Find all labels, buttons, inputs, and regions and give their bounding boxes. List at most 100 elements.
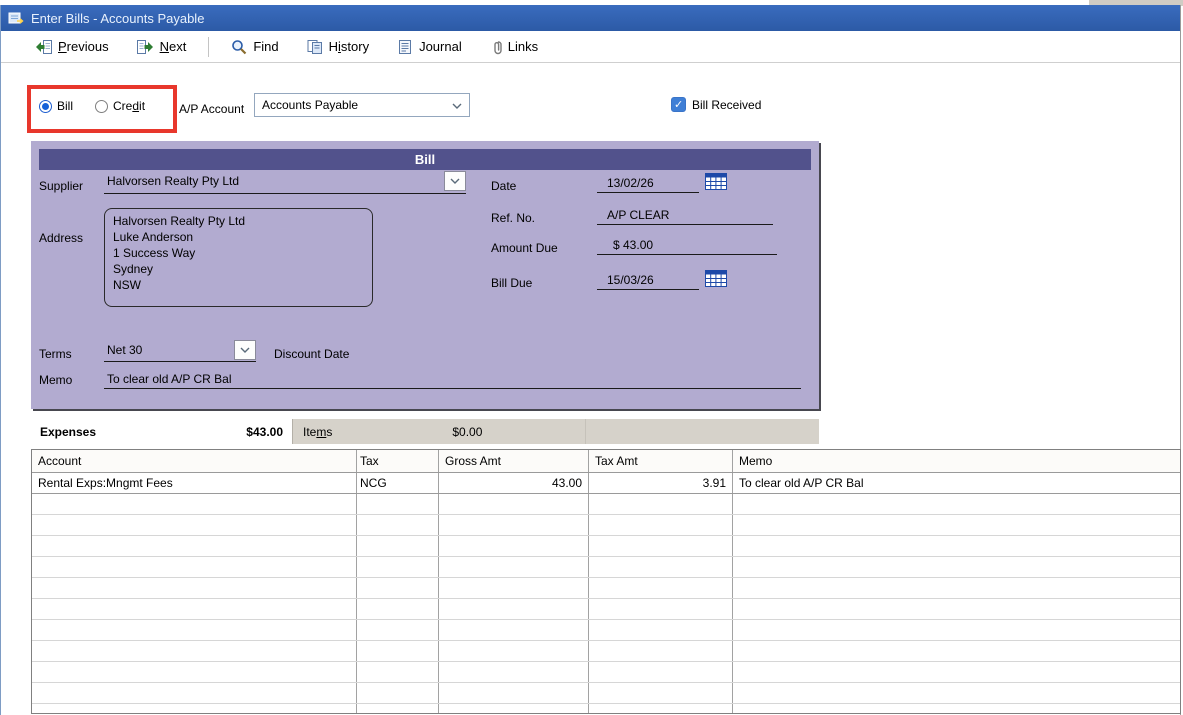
cell-tax[interactable]: NCG	[357, 473, 439, 493]
bill-received-control[interactable]	[671, 97, 686, 112]
cell-memo[interactable]	[733, 494, 1180, 514]
previous-button[interactable]: Previous	[33, 37, 111, 57]
cell-gross_amt[interactable]	[439, 536, 589, 556]
journal-button[interactable]: Journal	[395, 37, 464, 57]
cell-account[interactable]	[32, 599, 357, 619]
cell-tax_amt[interactable]	[589, 620, 733, 640]
cell-gross_amt[interactable]	[439, 599, 589, 619]
titlebar[interactable]: Enter Bills - Accounts Payable	[1, 5, 1180, 31]
address-box[interactable]: Halvorsen Realty Pty Ltd Luke Anderson 1 S…	[104, 208, 373, 307]
table-row[interactable]: Rental Exps:Mngmt Fees NCG 43.00 3.91 To cle…	[32, 473, 1180, 494]
cell-gross_amt[interactable]	[439, 641, 589, 661]
column-header-gross-amt[interactable]: Gross Amt	[439, 450, 589, 472]
terms-dropdown-button[interactable]	[234, 340, 256, 360]
bill-due-calendar-button[interactable]	[705, 269, 729, 288]
cell-account[interactable]	[32, 494, 357, 514]
cell-gross_amt[interactable]	[439, 683, 589, 703]
table-row[interactable]	[32, 557, 1180, 578]
cell-memo[interactable]	[733, 599, 1180, 619]
cell-tax_amt[interactable]	[589, 536, 733, 556]
date-calendar-button[interactable]	[705, 172, 729, 191]
history-button[interactable]: History	[305, 37, 371, 57]
cell-account[interactable]	[32, 704, 357, 713]
column-header-tax-amt[interactable]: Tax Amt	[589, 450, 733, 472]
tab-expenses[interactable]: Expenses $43.00	[31, 419, 293, 444]
cell-memo[interactable]	[733, 662, 1180, 682]
bill-due-field[interactable]: 15/03/26	[597, 268, 699, 290]
cell-tax_amt[interactable]: 3.91	[589, 473, 733, 493]
cell-gross_amt[interactable]	[439, 620, 589, 640]
cell-tax[interactable]	[357, 599, 439, 619]
terms-dropdown[interactable]: Net 30	[104, 339, 256, 362]
cell-memo[interactable]	[733, 536, 1180, 556]
tab-items[interactable]: Items $0.00	[293, 419, 586, 444]
table-row[interactable]	[32, 683, 1180, 704]
cell-tax[interactable]	[357, 515, 439, 535]
cell-tax_amt[interactable]	[589, 578, 733, 598]
column-header-account[interactable]: Account	[32, 450, 357, 472]
table-row[interactable]	[32, 536, 1180, 557]
cell-tax[interactable]	[357, 494, 439, 514]
cell-memo[interactable]	[733, 515, 1180, 535]
cell-memo[interactable]	[733, 578, 1180, 598]
cell-account[interactable]	[32, 578, 357, 598]
find-button[interactable]: Find	[229, 37, 280, 57]
supplier-dropdown-button[interactable]	[444, 171, 466, 191]
cell-tax_amt[interactable]	[589, 704, 733, 713]
cell-tax_amt[interactable]	[589, 494, 733, 514]
table-row[interactable]	[32, 704, 1180, 713]
cell-gross_amt[interactable]	[439, 704, 589, 713]
cell-gross_amt[interactable]	[439, 662, 589, 682]
cell-memo[interactable]	[733, 683, 1180, 703]
column-header-memo[interactable]: Memo	[733, 450, 1180, 472]
cell-memo[interactable]	[733, 704, 1180, 713]
cell-account[interactable]	[32, 641, 357, 661]
cell-tax[interactable]	[357, 578, 439, 598]
cell-tax_amt[interactable]	[589, 557, 733, 577]
cell-account[interactable]	[32, 662, 357, 682]
cell-account[interactable]	[32, 683, 357, 703]
cell-gross_amt[interactable]	[439, 557, 589, 577]
memo-field[interactable]: To clear old A/P CR Bal	[104, 367, 801, 389]
cell-tax[interactable]	[357, 641, 439, 661]
cell-tax_amt[interactable]	[589, 683, 733, 703]
cell-tax[interactable]	[357, 536, 439, 556]
links-button[interactable]: Links	[488, 37, 540, 57]
table-row[interactable]	[32, 578, 1180, 599]
table-row[interactable]	[32, 494, 1180, 515]
bill-received-checkbox[interactable]: Bill Received	[671, 97, 761, 112]
cell-gross_amt[interactable]	[439, 494, 589, 514]
cell-tax[interactable]	[357, 683, 439, 703]
amount-due-field[interactable]: $ 43.00	[597, 233, 777, 255]
cell-tax[interactable]	[357, 557, 439, 577]
cell-gross_amt[interactable]	[439, 578, 589, 598]
cell-tax_amt[interactable]	[589, 641, 733, 661]
cell-memo[interactable]	[733, 557, 1180, 577]
cell-account[interactable]	[32, 557, 357, 577]
table-row[interactable]	[32, 620, 1180, 641]
cell-tax[interactable]	[357, 620, 439, 640]
cell-gross_amt[interactable]: 43.00	[439, 473, 589, 493]
cell-account[interactable]	[32, 620, 357, 640]
cell-account[interactable]: Rental Exps:Mngmt Fees	[32, 473, 357, 493]
column-header-tax[interactable]: Tax	[357, 450, 439, 472]
date-field[interactable]: 13/02/26	[597, 171, 699, 193]
cell-tax[interactable]	[357, 704, 439, 713]
supplier-dropdown[interactable]: Halvorsen Realty Pty Ltd	[104, 169, 466, 194]
table-row[interactable]	[32, 599, 1180, 620]
ap-account-dropdown[interactable]: Accounts Payable	[254, 93, 470, 117]
cell-tax[interactable]	[357, 662, 439, 682]
cell-account[interactable]	[32, 536, 357, 556]
next-button[interactable]: Next	[135, 37, 189, 57]
table-row[interactable]	[32, 662, 1180, 683]
cell-tax_amt[interactable]	[589, 599, 733, 619]
table-row[interactable]	[32, 641, 1180, 662]
cell-account[interactable]	[32, 515, 357, 535]
cell-tax_amt[interactable]	[589, 662, 733, 682]
cell-tax_amt[interactable]	[589, 515, 733, 535]
cell-memo[interactable]: To clear old A/P CR Bal	[733, 473, 1180, 493]
cell-memo[interactable]	[733, 641, 1180, 661]
cell-memo[interactable]	[733, 620, 1180, 640]
cell-gross_amt[interactable]	[439, 515, 589, 535]
ref-no-field[interactable]: A/P CLEAR	[597, 203, 773, 225]
